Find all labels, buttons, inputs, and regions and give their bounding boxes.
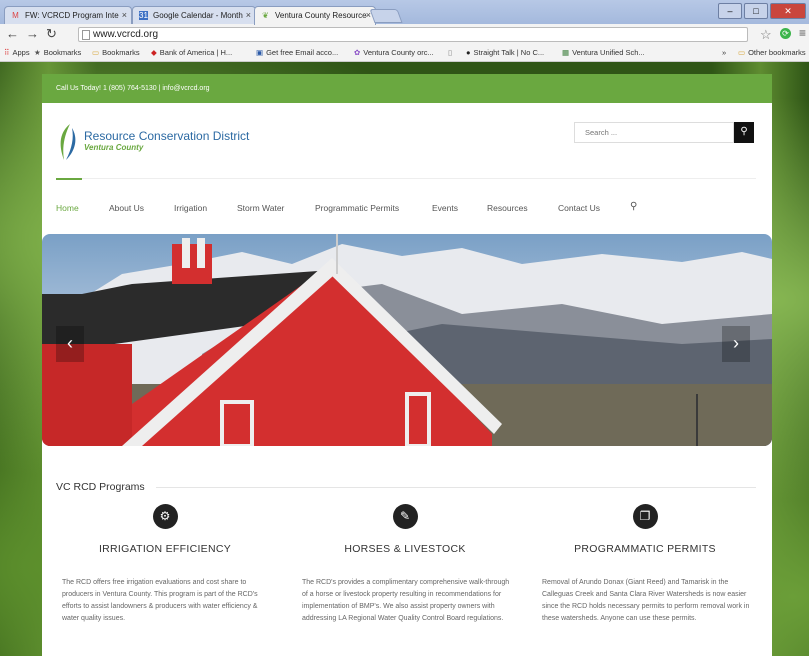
- browser-chrome: M FW: VCRCD Program Inte × 31 Google Cal…: [0, 0, 809, 62]
- other-bookmarks[interactable]: ▭ Other bookmarks: [738, 48, 806, 57]
- address-bar[interactable]: www.vcrcd.org: [78, 27, 748, 42]
- email-icon: ▣: [256, 48, 264, 57]
- apps-icon: ⠿: [4, 48, 10, 57]
- search-icon: ⚲: [740, 126, 748, 137]
- slider-prev-button[interactable]: ‹: [56, 326, 84, 362]
- nav-resources[interactable]: Resources: [487, 203, 528, 213]
- close-tab-icon[interactable]: ×: [246, 10, 251, 20]
- bookmarks-bar: ⠿ Apps ★ Bookmarks ▭ Bookmarks ◆ Bank of Ame…: [0, 44, 809, 62]
- tab-ventura[interactable]: ❦ Ventura County Resource ×: [254, 6, 376, 25]
- program-text: The RCD offers free irrigation evaluatio…: [62, 579, 258, 622]
- chevron-left-icon: ‹: [67, 333, 73, 353]
- section-divider: [156, 487, 756, 488]
- site-container: Call Us Today! 1 (805) 764-5130 | info@v…: [42, 74, 772, 656]
- folder-icon: ▭: [92, 48, 100, 57]
- minimize-button[interactable]: –: [718, 3, 742, 19]
- close-tab-icon[interactable]: ×: [122, 10, 127, 20]
- bookmark-item[interactable]: ▯: [448, 48, 455, 57]
- program-card-horses: ✎ HORSES & LIVESTOCK The RCD's provides …: [290, 504, 520, 625]
- calendar-icon: 31: [139, 11, 148, 20]
- tab-calendar[interactable]: 31 Google Calendar - Month ×: [132, 6, 256, 24]
- bookmark-item[interactable]: ★ Bookmarks: [34, 48, 81, 57]
- search-button[interactable]: ⚲: [734, 122, 754, 143]
- slider-next-button[interactable]: ›: [722, 326, 750, 362]
- divider: [56, 178, 756, 179]
- bookmark-item[interactable]: ▣ Get free Email acco...: [256, 48, 338, 57]
- tab-label: Google Calendar - Month: [153, 11, 243, 20]
- hero-slider: ‹ ›: [42, 234, 772, 446]
- forward-icon[interactable]: →: [26, 27, 39, 41]
- leaf-icon: ❦: [262, 11, 269, 20]
- bookmarks-overflow-icon[interactable]: »: [722, 48, 726, 57]
- url-text: www.vcrcd.org: [93, 29, 159, 40]
- chat-icon: ●: [466, 48, 471, 57]
- nav-about-us[interactable]: About Us: [109, 203, 144, 213]
- program-text: The RCD's provides a complimentary compr…: [302, 579, 510, 622]
- program-title[interactable]: HORSES & LIVESTOCK: [290, 543, 520, 555]
- contact-bar: Call Us Today! 1 (805) 764-5130 | info@v…: [42, 74, 772, 103]
- tab-label: FW: VCRCD Program Inte: [25, 11, 119, 20]
- bookmark-star-icon[interactable]: ☆: [760, 27, 772, 43]
- program-card-permits: ❐ PROGRAMMATIC PERMITS Removal of Arundo…: [530, 504, 760, 625]
- reload-icon[interactable]: ↻: [46, 27, 57, 41]
- nav-contact-us[interactable]: Contact Us: [558, 203, 600, 213]
- wand-icon[interactable]: ✎: [392, 504, 418, 529]
- logo-title[interactable]: Resource Conservation District: [84, 129, 249, 143]
- documents-icon[interactable]: ❐: [632, 504, 658, 529]
- nav-irrigation[interactable]: Irrigation: [174, 203, 207, 213]
- close-window-button[interactable]: ✕: [770, 3, 806, 19]
- folder-icon: ▭: [738, 48, 746, 57]
- bookmark-item[interactable]: ▦ Ventura Unified Sch...: [562, 48, 645, 57]
- nav-search-icon[interactable]: ⚲: [630, 201, 637, 212]
- logo-subtitle[interactable]: Ventura County: [84, 143, 143, 152]
- active-indicator: [56, 178, 82, 180]
- bookmark-folder[interactable]: ▭ Bookmarks: [92, 48, 140, 57]
- bookmark-item[interactable]: ◆ Bank of America | H...: [151, 48, 232, 57]
- address-row: ← → ↻ www.vcrcd.org: [0, 25, 809, 44]
- menu-icon[interactable]: ≡: [799, 26, 806, 40]
- logo-icon[interactable]: [56, 122, 80, 162]
- nav-programmatic-permits[interactable]: Programmatic Permits: [315, 203, 399, 213]
- bookmark-apps[interactable]: ⠿ Apps: [4, 48, 30, 57]
- new-tab-button[interactable]: [369, 9, 403, 23]
- nav-events[interactable]: Events: [432, 203, 458, 213]
- tab-strip: M FW: VCRCD Program Inte × 31 Google Cal…: [0, 0, 809, 25]
- star-icon: ★: [34, 48, 41, 57]
- gears-icon[interactable]: ⚙: [152, 504, 178, 529]
- bookmark-item[interactable]: ✿ Ventura County orc...: [354, 48, 434, 57]
- nav-home[interactable]: Home: [56, 203, 79, 213]
- program-text: Removal of Arundo Donax (Giant Reed) and…: [542, 579, 750, 622]
- barn-mountain-image: [42, 234, 772, 446]
- tab-gmail[interactable]: M FW: VCRCD Program Inte ×: [4, 6, 132, 24]
- program-title[interactable]: IRRIGATION EFFICIENCY: [50, 543, 280, 555]
- program-card-irrigation: ⚙ IRRIGATION EFFICIENCY The RCD offers f…: [50, 504, 280, 625]
- flower-icon: ✿: [354, 48, 361, 57]
- nav-storm-water[interactable]: Storm Water: [237, 203, 284, 213]
- page-icon: ▯: [448, 48, 453, 57]
- maximize-button[interactable]: □: [744, 3, 768, 19]
- back-icon[interactable]: ←: [6, 27, 19, 41]
- bookmark-item[interactable]: ● Straight Talk | No C...: [466, 48, 544, 57]
- search-input[interactable]: [574, 122, 734, 143]
- tab-label: Ventura County Resource: [275, 11, 367, 20]
- extension-icon[interactable]: ⟳: [780, 28, 791, 39]
- school-icon: ▦: [562, 48, 570, 57]
- program-title[interactable]: PROGRAMMATIC PERMITS: [530, 543, 760, 555]
- section-title: VC RCD Programs: [56, 481, 145, 493]
- gmail-icon: M: [12, 11, 19, 20]
- bank-icon: ◆: [151, 48, 157, 57]
- chevron-right-icon: ›: [733, 333, 739, 353]
- page-icon: [82, 30, 90, 40]
